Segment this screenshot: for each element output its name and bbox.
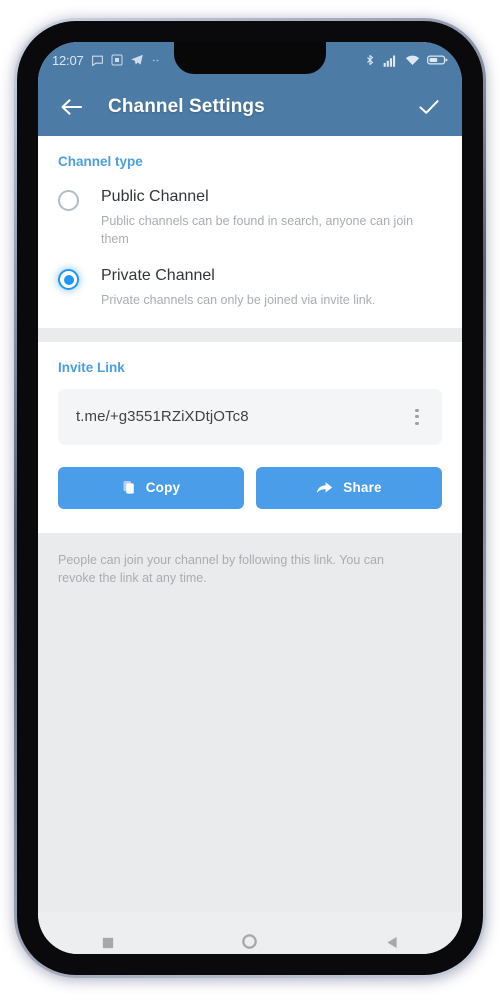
back-arrow-icon (60, 99, 82, 115)
channel-type-card: Channel type Public Channel Public chann… (38, 136, 462, 328)
page-title: Channel Settings (108, 96, 265, 117)
checkmark-icon (419, 100, 439, 114)
overflow-menu-icon (415, 421, 419, 426)
home-circle-icon[interactable] (242, 934, 258, 949)
done-button[interactable] (414, 92, 444, 122)
section-divider (38, 327, 462, 342)
share-button[interactable]: Share (256, 466, 442, 509)
invite-link-value: t.me/+g3551RZiXDtjOTc8 (76, 408, 249, 426)
message-icon (91, 55, 103, 66)
back-triangle-icon[interactable] (386, 936, 398, 949)
status-time: 12:07 (52, 52, 84, 68)
cellular-signal-icon (383, 55, 396, 67)
copy-button[interactable]: Copy (58, 466, 244, 509)
camera-notch (174, 42, 326, 74)
radio-button-public[interactable] (58, 190, 79, 211)
invite-link-card: Invite Link t.me/+g3551RZiXDtjOTc8 Copy (38, 341, 462, 533)
battery-icon (427, 55, 448, 65)
link-action-buttons: Copy Share (38, 445, 462, 533)
radio-button-private[interactable] (58, 269, 79, 291)
telegram-icon (130, 54, 143, 65)
copy-button-label: Copy (145, 480, 181, 496)
app-bar: Channel Settings (38, 78, 462, 136)
overflow-menu-icon (415, 408, 419, 412)
overflow-menu-button[interactable] (400, 397, 434, 437)
channel-type-header: Channel type (58, 154, 143, 169)
radio-texts-private: Private Channel Private channels can onl… (101, 266, 375, 310)
back-button[interactable] (56, 92, 86, 122)
radio-description-private: Private channels can only be joined via … (101, 293, 376, 308)
invite-link-footer-note: People can join your channel by followin… (58, 552, 384, 585)
radio-label-public: Public Channel (101, 188, 209, 205)
radio-option-private-channel[interactable]: Private Channel Private channels can onl… (38, 258, 462, 328)
recents-square-icon[interactable] (102, 937, 114, 949)
settings-content: Channel type Public Channel Public chann… (38, 136, 462, 912)
status-bar-left: 12:07 (52, 53, 162, 68)
invite-link-header: Invite Link (58, 359, 125, 375)
phone-screen: 12:07 Channel Settings Channel type Publ… (38, 42, 462, 954)
status-bar-right (364, 53, 448, 67)
radio-option-public-channel[interactable]: Public Channel Public channels can be fo… (38, 179, 462, 258)
overflow-menu-icon (415, 415, 419, 419)
radio-texts-public: Public Channel Public channels can be fo… (101, 187, 436, 248)
radio-description-public: Public channels can be found in search, … (101, 213, 414, 246)
app-notification-icon (111, 54, 123, 66)
wifi-icon (405, 55, 420, 65)
radio-label-private: Private Channel (101, 267, 215, 285)
share-arrow-icon (317, 482, 333, 494)
invite-link-field[interactable]: t.me/+g3551RZiXDtjOTc8 (58, 388, 442, 445)
more-notifications-icon (152, 59, 158, 61)
bluetooth-icon (367, 54, 374, 66)
copy-icon (123, 481, 134, 494)
android-nav-bar (38, 912, 462, 954)
share-button-label: Share (343, 480, 382, 496)
